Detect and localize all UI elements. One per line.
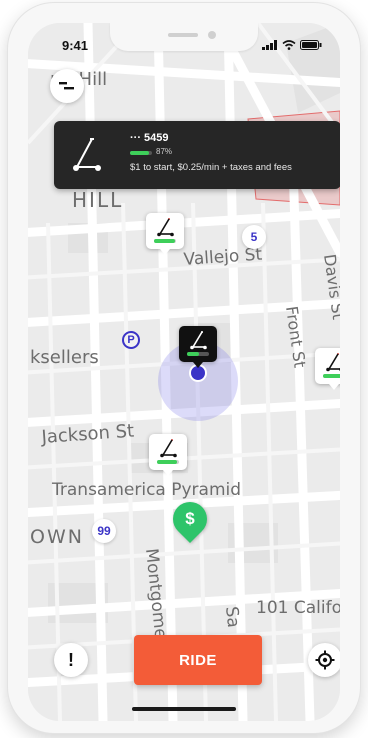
scooter-pin-battery	[154, 239, 176, 243]
scooter-icon	[157, 218, 174, 237]
scooter-icon	[190, 331, 207, 350]
scooter-icon	[326, 353, 340, 372]
wifi-icon	[282, 40, 296, 50]
map-label-sansome: Sa	[221, 605, 243, 628]
scooter-pin-battery-fill	[157, 460, 177, 464]
scooter-battery-fill	[130, 151, 150, 155]
scooter-id: ··· 5459	[130, 132, 169, 144]
battery-icon	[300, 40, 322, 50]
scooter-battery-bar	[130, 151, 152, 155]
exclamation-icon: !	[68, 649, 74, 670]
scooter-pin-selected[interactable]	[179, 326, 217, 368]
front-camera	[208, 31, 216, 39]
menu-icon	[59, 82, 74, 90]
scooter-pin-vallejo[interactable]	[146, 213, 184, 255]
map-label-town: OWN	[30, 526, 84, 548]
scooter-pin-battery-fill	[187, 352, 200, 356]
scooter-pin-transamerica[interactable]	[149, 434, 187, 476]
scooter-info-card[interactable]: ··· 5459 87% $1 to start, $0.25/min + ta…	[54, 121, 340, 189]
cluster-badge-99[interactable]: 99	[92, 519, 116, 543]
scooter-pin-davis[interactable]	[315, 348, 340, 390]
status-icons	[262, 40, 322, 50]
scooter-pricing: $1 to start, $0.25/min + taxes and fees	[130, 162, 292, 173]
home-indicator	[132, 707, 236, 711]
speaker-grille	[168, 33, 198, 37]
ride-button[interactable]: RIDE	[134, 635, 262, 685]
phone-notch	[110, 23, 258, 51]
scooter-icon	[73, 138, 101, 171]
scooter-pin-battery-fill	[154, 239, 175, 243]
map-label-booksellers: ksellers	[30, 347, 99, 368]
signal-icon	[262, 40, 277, 50]
menu-button[interactable]	[50, 69, 84, 103]
scooter-pin-battery	[323, 374, 340, 378]
dollar-icon: $	[185, 509, 195, 528]
scooter-pin-battery	[157, 460, 179, 464]
map-label-transamerica: Transamerica Pyramid	[51, 480, 241, 500]
phone-frame: ph Hill HILL Vallejo St Davis St Front S…	[8, 3, 360, 733]
report-button[interactable]: !	[54, 643, 88, 677]
scooter-pin-battery-fill	[323, 374, 340, 378]
cluster-badge-5[interactable]: 5	[242, 225, 266, 249]
scooter-pin-battery	[187, 352, 209, 356]
recenter-button[interactable]	[308, 643, 340, 677]
parking-icon[interactable]: P	[122, 331, 140, 349]
crosshair-icon	[315, 650, 335, 670]
status-time: 9:41	[62, 37, 89, 53]
scooter-icon	[160, 439, 177, 458]
scooter-battery-percent: 87%	[156, 147, 173, 156]
money-pin[interactable]: $	[165, 494, 215, 544]
app-screen: ph Hill HILL Vallejo St Davis St Front S…	[28, 23, 340, 721]
map-label-hill: HILL	[72, 188, 123, 212]
map-label-california: 101 Califor	[256, 598, 340, 618]
